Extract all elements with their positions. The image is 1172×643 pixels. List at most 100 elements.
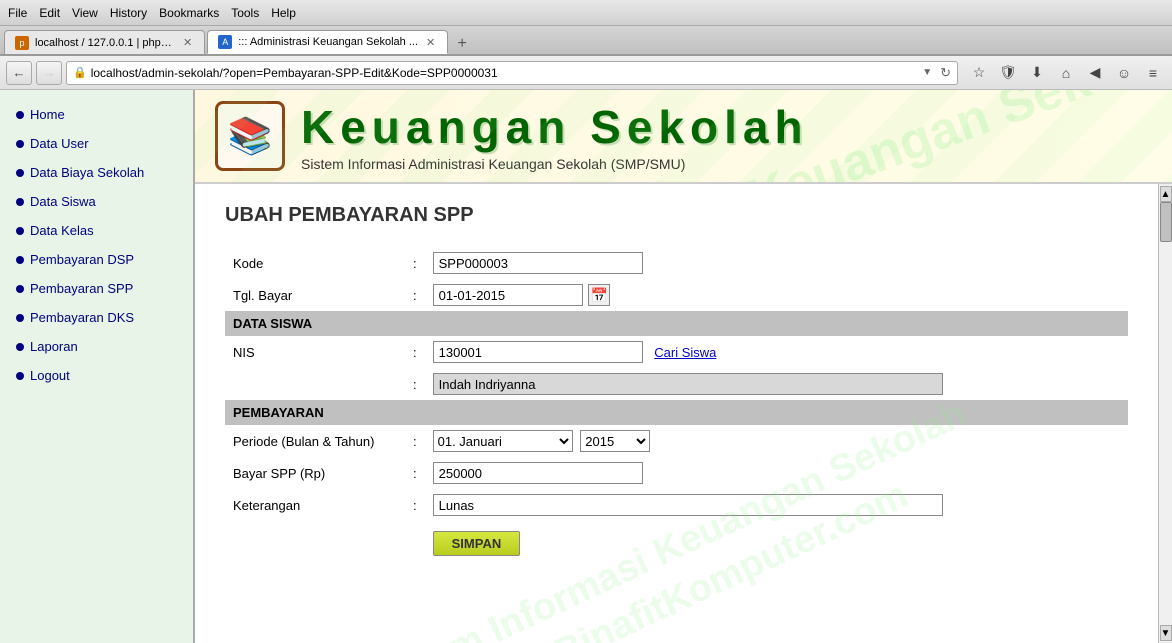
form-table: Kode : Tgl. Bayar : 📅 bbox=[225, 247, 1128, 561]
simpan-button[interactable]: SIMPAN bbox=[433, 531, 521, 556]
nis-input[interactable] bbox=[433, 341, 643, 363]
browser-titlebar: File Edit View History Bookmarks Tools H… bbox=[0, 0, 1172, 26]
page-wrapper: Home Data User Data Biaya Sekolah Data S… bbox=[0, 90, 1172, 643]
site-header: 📚 Keuangan Sekolah Sistem Informasi Admi… bbox=[195, 90, 1172, 184]
sidebar-item-logout[interactable]: Logout bbox=[0, 361, 193, 390]
arrow-icon[interactable]: ◀ bbox=[1082, 61, 1108, 85]
sidebar-label-pembayaran-dks: Pembayaran DKS bbox=[30, 310, 134, 325]
sidebar-item-data-siswa[interactable]: Data Siswa bbox=[0, 187, 193, 216]
keterangan-label: Keterangan bbox=[225, 489, 405, 521]
logo-box: 📚 bbox=[215, 101, 285, 171]
kode-colon: : bbox=[405, 247, 425, 279]
sidebar-item-pembayaran-dsp[interactable]: Pembayaran DSP bbox=[0, 245, 193, 274]
bullet-laporan bbox=[16, 343, 24, 351]
sidebar-label-data-biaya: Data Biaya Sekolah bbox=[30, 165, 144, 180]
sidebar-label-pembayaran-dsp: Pembayaran DSP bbox=[30, 252, 134, 267]
tab-phpmyadmin[interactable]: p localhost / 127.0.0.1 | phpMy... ✕ bbox=[4, 30, 205, 54]
calendar-icon[interactable]: 📅 bbox=[588, 284, 610, 306]
logo-icon: 📚 bbox=[228, 115, 273, 157]
menu-help[interactable]: Help bbox=[271, 6, 296, 20]
menu-icon[interactable]: ≡ bbox=[1140, 61, 1166, 85]
content-area: UBAH PEMBAYARAN SPP Kode : Tgl. Bayar : bbox=[195, 184, 1158, 643]
tahun-select[interactable]: 2015 bbox=[580, 430, 650, 452]
toolbar-icons: ☆ 🛡 ⬇ ⌂ ◀ ☺ ≡ bbox=[966, 61, 1166, 85]
scroll-down-btn[interactable]: ▼ bbox=[1160, 625, 1172, 641]
keterangan-input[interactable] bbox=[433, 494, 943, 516]
bullet-data-biaya bbox=[16, 169, 24, 177]
tab-favicon-2: A bbox=[218, 35, 232, 49]
address-dropdown-icon[interactable]: ▼ bbox=[922, 67, 932, 78]
tab-favicon-1: p bbox=[15, 36, 29, 50]
header-text: Keuangan Sekolah Sistem Informasi Admini… bbox=[301, 100, 809, 172]
bayar-spp-label: Bayar SPP (Rp) bbox=[225, 457, 405, 489]
tab-close-1[interactable]: ✕ bbox=[181, 36, 194, 49]
kode-input[interactable] bbox=[433, 252, 643, 274]
browser-menu: File Edit View History Bookmarks Tools H… bbox=[8, 6, 296, 20]
download-icon[interactable]: ⬇ bbox=[1024, 61, 1050, 85]
sidebar-label-data-user: Data User bbox=[30, 136, 89, 151]
menu-edit[interactable]: Edit bbox=[39, 6, 60, 20]
new-tab-button[interactable]: + bbox=[450, 34, 474, 54]
refresh-icon[interactable]: ↻ bbox=[940, 65, 951, 81]
sidebar-item-pembayaran-dks[interactable]: Pembayaran DKS bbox=[0, 303, 193, 332]
sidebar-item-laporan[interactable]: Laporan bbox=[0, 332, 193, 361]
bullet-home bbox=[16, 111, 24, 119]
pembayaran-header: PEMBAYARAN bbox=[225, 400, 1128, 425]
kode-field-cell bbox=[425, 247, 1128, 279]
tab-label-2: ::: Administrasi Keuangan Sekolah ... bbox=[238, 36, 418, 48]
page-title: UBAH PEMBAYARAN SPP bbox=[225, 204, 1128, 227]
bayar-spp-input[interactable] bbox=[433, 462, 643, 484]
menu-view[interactable]: View bbox=[72, 6, 98, 20]
site-subtitle: Sistem Informasi Administrasi Keuangan S… bbox=[301, 156, 809, 172]
sidebar: Home Data User Data Biaya Sekolah Data S… bbox=[0, 90, 195, 643]
bullet-logout bbox=[16, 372, 24, 380]
site-title: Keuangan Sekolah bbox=[301, 100, 809, 154]
sidebar-label-logout: Logout bbox=[30, 368, 70, 383]
back-button[interactable]: ← bbox=[6, 61, 32, 85]
periode-label: Periode (Bulan & Tahun) bbox=[225, 425, 405, 457]
nis-label: NIS bbox=[225, 336, 405, 368]
cari-siswa-link[interactable]: Cari Siswa bbox=[654, 345, 716, 360]
forward-button[interactable]: → bbox=[36, 61, 62, 85]
bullet-pembayaran-spp bbox=[16, 285, 24, 293]
bullet-pembayaran-dks bbox=[16, 314, 24, 322]
bullet-data-user bbox=[16, 140, 24, 148]
sidebar-item-data-kelas[interactable]: Data Kelas bbox=[0, 216, 193, 245]
main-layout: Home Data User Data Biaya Sekolah Data S… bbox=[0, 90, 1172, 643]
address-lock-icon: 🔒 bbox=[73, 66, 87, 79]
browser-addressbar: ← → 🔒 localhost/admin-sekolah/?open=Pemb… bbox=[0, 56, 1172, 90]
menu-tools[interactable]: Tools bbox=[231, 6, 259, 20]
home-icon[interactable]: ⌂ bbox=[1053, 61, 1079, 85]
bullet-pembayaran-dsp bbox=[16, 256, 24, 264]
bullet-data-siswa bbox=[16, 198, 24, 206]
menu-history[interactable]: History bbox=[110, 6, 147, 20]
menu-bookmarks[interactable]: Bookmarks bbox=[159, 6, 219, 20]
tgl-bayar-input[interactable] bbox=[433, 284, 583, 306]
bulan-select[interactable]: 01. Januari bbox=[433, 430, 573, 452]
menu-file[interactable]: File bbox=[8, 6, 27, 20]
star-icon[interactable]: ☆ bbox=[966, 61, 992, 85]
tab-close-2[interactable]: ✕ bbox=[424, 36, 437, 49]
address-bar[interactable]: 🔒 localhost/admin-sekolah/?open=Pembayar… bbox=[66, 61, 958, 85]
browser-tabbar: p localhost / 127.0.0.1 | phpMy... ✕ A :… bbox=[0, 26, 1172, 56]
scroll-up-btn[interactable]: ▲ bbox=[1160, 186, 1172, 202]
tab-label-1: localhost / 127.0.0.1 | phpMy... bbox=[35, 37, 175, 49]
nama-input[interactable] bbox=[433, 373, 943, 395]
shield-icon[interactable]: 🛡 bbox=[995, 61, 1021, 85]
sidebar-label-data-kelas: Data Kelas bbox=[30, 223, 94, 238]
tgl-bayar-label: Tgl. Bayar bbox=[225, 279, 405, 311]
sidebar-item-data-biaya[interactable]: Data Biaya Sekolah bbox=[0, 158, 193, 187]
scroll-thumb[interactable] bbox=[1160, 202, 1172, 242]
tab-administrasi[interactable]: A ::: Administrasi Keuangan Sekolah ... … bbox=[207, 30, 448, 54]
sidebar-item-pembayaran-spp[interactable]: Pembayaran SPP bbox=[0, 274, 193, 303]
kode-label: Kode bbox=[225, 247, 405, 279]
sidebar-label-home: Home bbox=[30, 107, 65, 122]
scrollbar-track[interactable]: ▲ ▼ bbox=[1158, 184, 1172, 643]
smiley-icon[interactable]: ☺ bbox=[1111, 61, 1137, 85]
sidebar-item-home[interactable]: Home bbox=[0, 100, 193, 129]
sidebar-label-pembayaran-spp: Pembayaran SPP bbox=[30, 281, 133, 296]
data-siswa-header: DATA SISWA bbox=[225, 311, 1128, 336]
sidebar-item-data-user[interactable]: Data User bbox=[0, 129, 193, 158]
address-text: localhost/admin-sekolah/?open=Pembayaran… bbox=[91, 66, 918, 80]
bullet-data-kelas bbox=[16, 227, 24, 235]
